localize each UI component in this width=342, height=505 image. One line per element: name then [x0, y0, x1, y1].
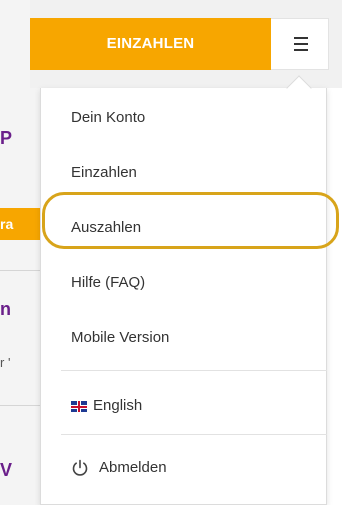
menu-item-hilfe-faq[interactable]: Hilfe (FAQ) — [71, 273, 145, 293]
background-divider — [0, 270, 40, 271]
background-divider — [0, 405, 40, 406]
menu-toggle-button[interactable] — [271, 18, 329, 70]
background-text: r ' — [0, 355, 11, 370]
menu-item-abmelden[interactable]: Abmelden — [99, 458, 167, 478]
menu-item-dein-konto[interactable]: Dein Konto — [71, 108, 145, 128]
power-icon — [72, 459, 88, 476]
background-text: P — [0, 128, 13, 148]
background-text: ra — [0, 216, 14, 232]
menu-item-mobile-version[interactable]: Mobile Version — [71, 328, 169, 348]
background-text: n — [0, 299, 11, 319]
background-orange-bar: ra — [0, 208, 40, 240]
deposit-button[interactable]: EINZAHLEN — [30, 18, 271, 70]
highlight-ring — [42, 192, 339, 249]
account-dropdown-menu: Dein Konto Einzahlen Auszahlen Hilfe (FA… — [40, 88, 327, 505]
menu-divider — [61, 434, 327, 435]
uk-flag-icon — [71, 401, 87, 412]
background-text: V — [0, 460, 13, 480]
hamburger-icon — [294, 37, 308, 51]
menu-item-english[interactable]: English — [93, 396, 142, 416]
menu-item-einzahlen[interactable]: Einzahlen — [71, 163, 137, 183]
menu-divider — [61, 370, 327, 371]
